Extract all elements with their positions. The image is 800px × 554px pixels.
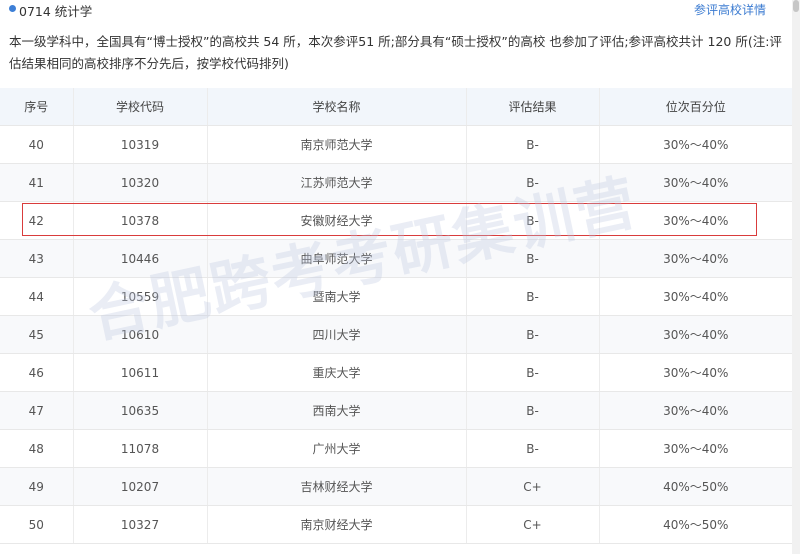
table-row: 45 10610 四川大学 B- 30%～40%	[0, 315, 792, 354]
cell-index: 45	[0, 315, 73, 354]
table-row: 40 10319 南京师范大学 B- 30%～40%	[0, 125, 792, 164]
table-row: 50 10327 南京财经大学 C+ 40%～50%	[0, 505, 792, 544]
table-header-row: 序号 学校代码 学校名称 评估结果 位次百分位	[0, 88, 792, 126]
table-row: 48 11078 广州大学 B- 30%～40%	[0, 429, 792, 468]
cell-percentile: 40%～50%	[598, 467, 792, 506]
cell-school-name: 曲阜师范大学	[206, 239, 466, 278]
cell-result: B-	[465, 277, 599, 316]
column-header-index: 序号	[0, 88, 73, 126]
cell-school-code: 10635	[72, 391, 207, 430]
cell-percentile: 30%～40%	[598, 391, 792, 430]
cell-school-name: 江苏师范大学	[206, 163, 466, 202]
column-header-percentile: 位次百分位	[598, 88, 792, 126]
cell-school-name: 吉林财经大学	[206, 467, 466, 506]
cell-school-name: 南京师范大学	[206, 125, 466, 164]
column-header-result: 评估结果	[465, 88, 599, 126]
cell-school-code: 10378	[72, 201, 207, 240]
table-row: 46 10611 重庆大学 B- 30%～40%	[0, 353, 792, 392]
cell-school-name: 暨南大学	[206, 277, 466, 316]
cell-school-name: 广州大学	[206, 429, 466, 468]
cell-result: B-	[465, 315, 599, 354]
cell-index: 40	[0, 125, 73, 164]
column-header-school-name: 学校名称	[206, 88, 466, 126]
cell-school-code: 10319	[72, 125, 207, 164]
cell-index: 49	[0, 467, 73, 506]
bullet-dot-icon	[9, 5, 16, 12]
cell-result: B-	[465, 201, 599, 240]
cell-school-code: 10207	[72, 467, 207, 506]
column-header-school-code: 学校代码	[72, 88, 207, 126]
cell-index: 50	[0, 505, 73, 544]
cell-index: 48	[0, 429, 73, 468]
cell-index: 46	[0, 353, 73, 392]
cell-school-code: 10610	[72, 315, 207, 354]
cell-result: B-	[465, 163, 599, 202]
school-detail-link[interactable]: 参评高校详情	[694, 1, 766, 18]
cell-school-name: 重庆大学	[206, 353, 466, 392]
table-row: 47 10635 西南大学 B- 30%～40%	[0, 391, 792, 430]
cell-school-code: 11078	[72, 429, 207, 468]
table-row: 43 10446 曲阜师范大学 B- 30%～40%	[0, 239, 792, 278]
cell-school-code: 10327	[72, 505, 207, 544]
subject-header: 0714 统计学 参评高校详情	[0, 0, 800, 20]
cell-school-code: 10446	[72, 239, 207, 278]
cell-percentile: 30%～40%	[598, 163, 792, 202]
cell-percentile: 30%～40%	[598, 201, 792, 240]
cell-result: B-	[465, 239, 599, 278]
cell-school-name: 西南大学	[206, 391, 466, 430]
cell-percentile: 30%～40%	[598, 239, 792, 278]
vertical-scrollbar[interactable]	[792, 0, 800, 554]
table-row: 44 10559 暨南大学 B- 30%～40%	[0, 277, 792, 316]
scrollbar-thumb[interactable]	[793, 0, 799, 12]
cell-school-name: 安徽财经大学	[206, 201, 466, 240]
cell-result: C+	[465, 505, 599, 544]
cell-index: 43	[0, 239, 73, 278]
cell-percentile: 30%～40%	[598, 353, 792, 392]
cell-index: 44	[0, 277, 73, 316]
cell-result: B-	[465, 429, 599, 468]
subject-description: 本一级学科中，全国具有“博士授权”的高校共 54 所，本次参评51 所;部分具有…	[9, 34, 782, 71]
cell-percentile: 30%～40%	[598, 429, 792, 468]
subject-title: 0714 统计学	[19, 4, 93, 19]
cell-school-name: 南京财经大学	[206, 505, 466, 544]
table-row: 41 10320 江苏师范大学 B- 30%～40%	[0, 163, 792, 202]
cell-school-code: 10611	[72, 353, 207, 392]
table-row: 49 10207 吉林财经大学 C+ 40%～50%	[0, 467, 792, 506]
cell-percentile: 30%～40%	[598, 125, 792, 164]
cell-index: 47	[0, 391, 73, 430]
cell-index: 41	[0, 163, 73, 202]
evaluation-table: 序号 学校代码 学校名称 评估结果 位次百分位 40 10319 南京师范大学 …	[0, 88, 792, 544]
cell-index: 42	[0, 201, 73, 240]
cell-percentile: 40%～50%	[598, 505, 792, 544]
cell-percentile: 30%～40%	[598, 277, 792, 316]
cell-result: C+	[465, 467, 599, 506]
cell-result: B-	[465, 353, 599, 392]
cell-result: B-	[465, 391, 599, 430]
table-row-highlighted: 42 10378 安徽财经大学 B- 30%～40%	[0, 201, 792, 240]
cell-result: B-	[465, 125, 599, 164]
cell-school-name: 四川大学	[206, 315, 466, 354]
cell-school-code: 10320	[72, 163, 207, 202]
cell-percentile: 30%～40%	[598, 315, 792, 354]
cell-school-code: 10559	[72, 277, 207, 316]
